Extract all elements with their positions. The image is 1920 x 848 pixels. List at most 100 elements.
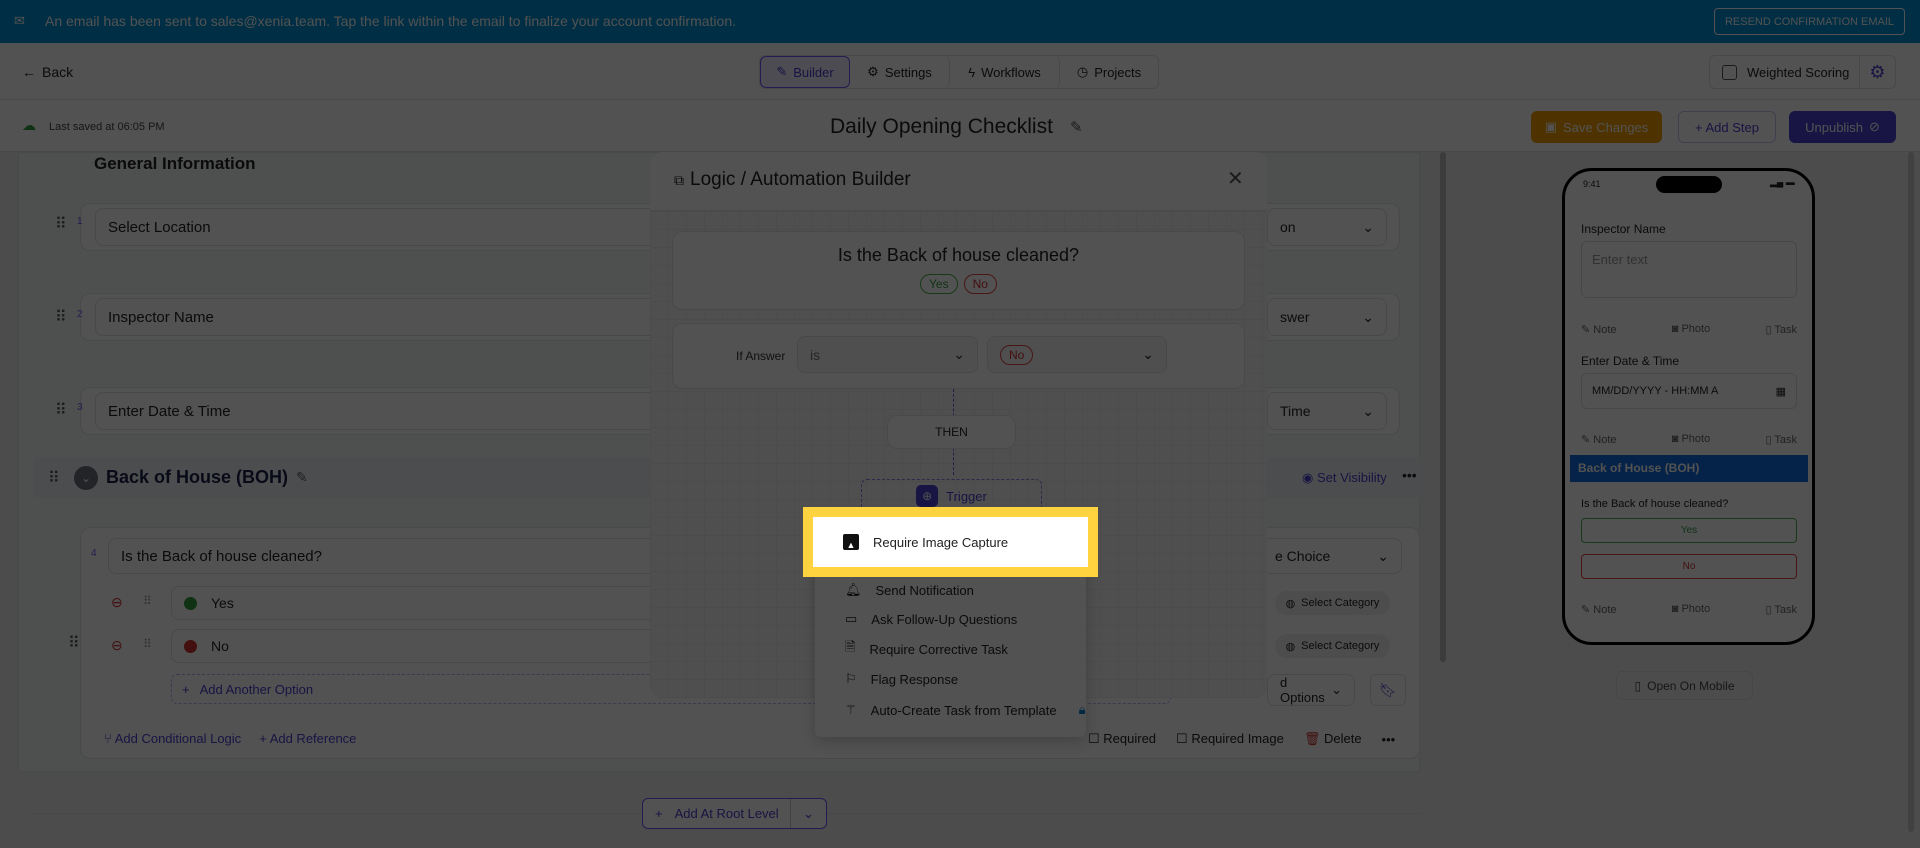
page-scrollbar[interactable] xyxy=(1908,152,1914,832)
question-type-select[interactable]: swer ⌄ xyxy=(1267,298,1387,336)
menu-item-send-notification[interactable]: 🔔︎ Send Notification xyxy=(815,578,1086,602)
tab-workflows[interactable]: ϟ Workflows xyxy=(950,56,1060,88)
tab-projects[interactable]: ◷ Projects xyxy=(1060,56,1158,88)
set-visibility-label: Set Visibility xyxy=(1316,470,1387,485)
photo-label: Photo xyxy=(1681,323,1711,335)
add-at-root-level-button[interactable]: + Add At Root Level ⌄ xyxy=(642,798,827,829)
top-nav: ← Back ✎ Builder ⚙ Settings ϟ Workflows ◷ Pro… xyxy=(0,43,1920,100)
section-title-general: General Information xyxy=(94,154,256,173)
file-check-icon: 🗎 xyxy=(845,639,856,654)
preview-text-input[interactable]: Enter text xyxy=(1581,241,1797,298)
remove-option-icon[interactable]: ⊖ xyxy=(111,594,123,611)
drag-handle-icon[interactable]: ⠿ xyxy=(55,214,67,234)
drag-handle-icon[interactable]: ⠿ xyxy=(55,400,67,420)
tab-settings[interactable]: ⚙ Settings xyxy=(850,56,950,88)
operator-select[interactable]: is ⌄ xyxy=(797,336,978,373)
photo-action[interactable]: ◙ Photo xyxy=(1672,323,1710,336)
resend-confirmation-button[interactable]: RESEND CONFIRMATION EMAIL xyxy=(1714,8,1905,35)
preview-question-label: Inspector Name xyxy=(1581,222,1666,236)
task-action[interactable]: ▯ Task xyxy=(1765,433,1797,446)
answer-value-chip: No xyxy=(1000,344,1034,365)
menu-item-corrective-task[interactable]: 🗎 Require Corrective Task xyxy=(815,634,1086,664)
drag-handle-icon[interactable]: ⠿ xyxy=(143,637,152,651)
option-label: Yes xyxy=(211,595,234,611)
note-action[interactable]: ✎ Note xyxy=(1581,603,1617,616)
add-step-button[interactable]: + Add Step xyxy=(1678,111,1776,143)
note-action[interactable]: ✎ Note xyxy=(1581,433,1617,446)
chevron-down-icon: ⌄ xyxy=(1377,547,1389,564)
menu-item-label: Ask Follow-Up Questions xyxy=(871,611,1018,627)
open-on-mobile-button[interactable]: ▯ Open On Mobile xyxy=(1616,671,1753,700)
menu-item-require-image-capture[interactable]: ▲ Require Image Capture xyxy=(803,507,1098,577)
tag-icon: ◍ xyxy=(1285,597,1296,610)
weighted-scoring-checkbox[interactable] xyxy=(1722,64,1737,80)
preview-date-input[interactable]: MM/DD/YYYY - HH:MM A ▦ xyxy=(1581,373,1797,409)
answer-value-select[interactable]: No ⌄ xyxy=(987,336,1167,373)
scoring-settings-gear-icon[interactable]: ⚙ xyxy=(1859,56,1895,88)
select-category-button[interactable]: ◍ Select Category xyxy=(1275,634,1390,658)
photo-action[interactable]: ◙ Photo xyxy=(1672,433,1710,446)
save-changes-button[interactable]: ▣ Save Changes xyxy=(1531,111,1662,143)
tab-label: Workflows xyxy=(981,64,1041,80)
drag-handle-icon[interactable]: ⠿ xyxy=(68,633,80,653)
bookmark-button[interactable]: 🔖︎ xyxy=(1370,674,1406,706)
more-options-select[interactable]: d Options ⌄ xyxy=(1267,674,1355,706)
back-button[interactable]: ← Back xyxy=(22,60,73,84)
menu-item-label: Send Notification xyxy=(875,582,974,598)
checklist-title: Daily Opening Checklist xyxy=(830,115,1053,138)
note-action[interactable]: ✎ Note xyxy=(1581,323,1617,336)
chevron-down-icon: ⌄ xyxy=(1142,346,1154,362)
question-type-select[interactable]: Time ⌄ xyxy=(1267,392,1387,430)
close-icon[interactable]: ✕ xyxy=(1227,166,1244,191)
menu-item-follow-up-questions[interactable]: ▭ Ask Follow-Up Questions xyxy=(815,604,1086,634)
cloud-saved-icon: ☁ xyxy=(22,117,36,133)
add-option-label: Add Another Option xyxy=(199,681,314,697)
photo-action[interactable]: ◙ Photo xyxy=(1672,603,1710,616)
add-reference-button[interactable]: + Add Reference xyxy=(259,731,356,746)
edit-icon: ✎ xyxy=(776,64,788,79)
drag-handle-icon[interactable]: ⠿ xyxy=(143,594,152,608)
menu-item-auto-create-task[interactable]: ⚚ Auto-Create Task from Template 🔒︎ xyxy=(815,695,1086,725)
branch-icon: ⑂ xyxy=(104,731,115,746)
trigger-label: Trigger xyxy=(946,488,987,504)
banner-text: An email has been sent to sales@xenia.te… xyxy=(45,13,736,29)
arrow-left-icon: ← xyxy=(22,64,36,80)
more-icon[interactable]: ••• xyxy=(1402,467,1417,483)
yes-chip: Yes xyxy=(920,274,958,294)
collapse-chevron-icon[interactable]: ⌄ xyxy=(74,466,98,490)
lock-icon: 🔒︎ xyxy=(1078,702,1086,717)
dynamic-island xyxy=(1656,176,1722,193)
drag-handle-icon[interactable]: ⠿ xyxy=(55,307,67,327)
menu-item-flag-response[interactable]: ⚐ Flag Response xyxy=(815,664,1086,694)
preview-yes-button[interactable]: Yes xyxy=(1581,518,1797,543)
task-action[interactable]: ▯ Task xyxy=(1765,323,1797,336)
calendar-icon: ▦ xyxy=(1775,385,1786,398)
reference-label: Add Reference xyxy=(269,731,357,746)
builder-scrollbar[interactable] xyxy=(1440,152,1446,662)
required-checkbox[interactable]: ☐ Required xyxy=(1088,731,1156,747)
tab-builder[interactable]: ✎ Builder xyxy=(760,56,850,88)
question-type-select[interactable]: e Choice ⌄ xyxy=(1262,538,1402,574)
task-label: Task xyxy=(1774,604,1797,616)
chevron-down-icon[interactable]: ⌄ xyxy=(790,799,826,828)
question-number: 2 xyxy=(77,309,83,320)
type-label: on xyxy=(1280,219,1296,235)
question-type-select[interactable]: on ⌄ xyxy=(1267,208,1387,246)
select-category-button[interactable]: ◍ Select Category xyxy=(1275,591,1390,615)
edit-section-icon[interactable]: ✎ xyxy=(296,469,308,486)
required-image-checkbox[interactable]: ☐ Required Image xyxy=(1176,731,1284,747)
preview-no-button[interactable]: No xyxy=(1581,554,1797,579)
drag-handle-icon[interactable]: ⠿ xyxy=(48,468,60,488)
tag-icon: ◍ xyxy=(1285,640,1296,653)
note-photo-task-row: ✎ Note ◙ Photo ▯ Task xyxy=(1581,603,1797,616)
set-visibility-button[interactable]: ◉ Set Visibility xyxy=(1302,470,1387,486)
remove-option-icon[interactable]: ⊖ xyxy=(111,637,123,654)
question-number: 4 xyxy=(91,548,97,559)
add-conditional-logic-button[interactable]: ⑂ Add Conditional Logic xyxy=(104,731,241,746)
unpublish-button[interactable]: Unpublish ⊘ xyxy=(1789,111,1896,143)
note-label: Note xyxy=(1593,324,1617,336)
more-icon[interactable]: ••• xyxy=(1382,732,1396,747)
task-action[interactable]: ▯ Task xyxy=(1765,603,1797,616)
delete-button[interactable]: 🗑︎ Delete xyxy=(1304,731,1362,747)
edit-title-icon[interactable]: ✎ xyxy=(1070,118,1083,136)
